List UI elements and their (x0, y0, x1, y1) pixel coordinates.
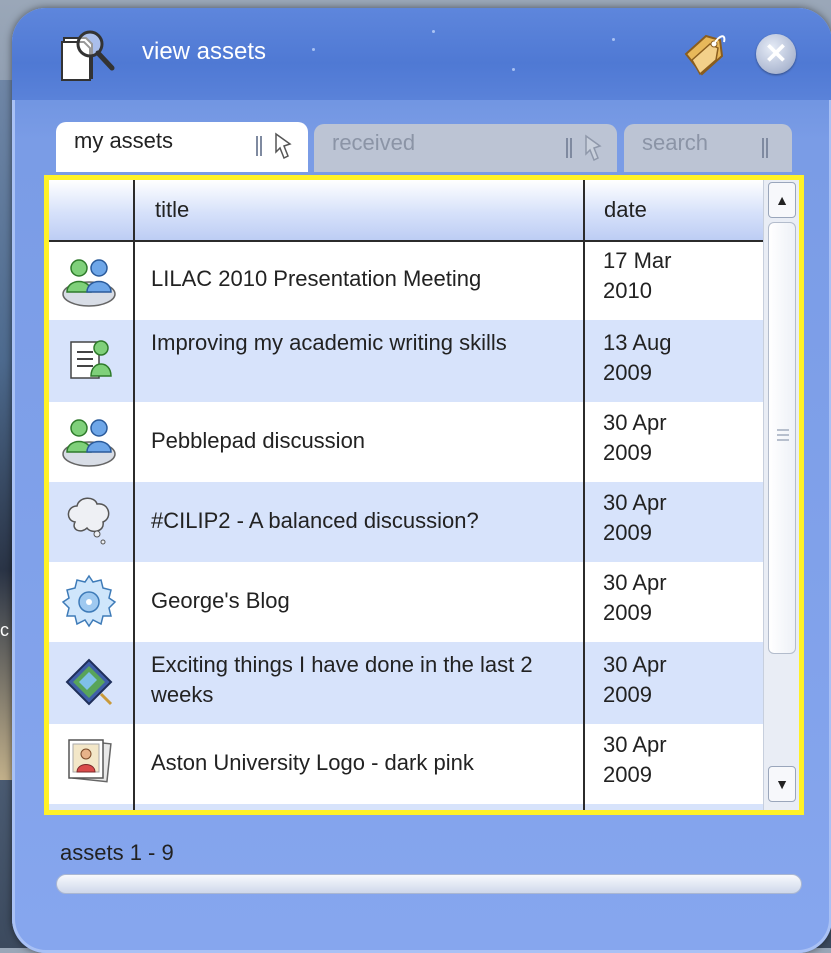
decor-sparkle (312, 48, 315, 51)
row-title: Exciting things I have done in the last … (151, 652, 533, 707)
table-row[interactable]: Pebblepad discussion 30 Apr 2009 (49, 402, 763, 482)
row-date-line: 30 Apr (603, 570, 667, 595)
column-header-date[interactable]: date (604, 197, 647, 223)
tab-my-assets[interactable]: my assets (56, 122, 308, 172)
row-date-line: 2009 (603, 762, 652, 787)
decor-sparkle (612, 38, 615, 41)
tab-grip-icon (566, 138, 572, 158)
arrow-down-icon: ▼ (775, 776, 789, 792)
row-date-line: 2009 (603, 682, 652, 707)
tab-grip-icon (762, 138, 768, 158)
table-row[interactable]: Aston University Logo - dark pink 30 Apr… (49, 724, 763, 804)
tab-pointer-icon (275, 132, 292, 160)
row-date-line: 2009 (603, 520, 652, 545)
view-assets-window: view assets ✕ my assets received search … (12, 8, 831, 953)
row-date: 30 Apr 2009 (603, 730, 723, 790)
view-assets-magnifier-icon (61, 30, 115, 81)
row-date-line: 2009 (603, 360, 652, 385)
scroll-up-button[interactable]: ▲ (768, 182, 796, 218)
table-row[interactable]: Exciting things I have done in the last … (49, 642, 763, 724)
assets-grid: title date LILAC 2010 Presentation Meeti… (44, 175, 804, 815)
row-date: 30 Apr 2009 (603, 650, 723, 710)
row-title: LILAC 2010 Presentation Meeting (151, 266, 482, 291)
gear-blog-icon (61, 574, 117, 628)
row-title: Aston University Logo - dark pink (151, 750, 474, 775)
row-date-line: 2010 (603, 278, 652, 303)
tab-search[interactable]: search (624, 124, 792, 172)
row-date-line: 30 Apr (603, 732, 667, 757)
row-date: 30 Apr 2009 (603, 488, 723, 548)
row-title: Pebblepad discussion (151, 428, 366, 453)
decor-sparkle (512, 68, 515, 71)
row-date-line: 17 Mar (603, 248, 672, 273)
close-button[interactable]: ✕ (756, 34, 796, 74)
column-divider (133, 180, 135, 810)
tab-received[interactable]: received (314, 124, 617, 172)
background-text-fragment: c (0, 620, 9, 640)
row-date: 30 Apr 2009 (603, 568, 723, 628)
status-text: assets 1 - 9 (60, 840, 174, 865)
table-row[interactable]: #CILIP2 - A balanced discussion? 30 Apr … (49, 482, 763, 562)
arrow-up-icon: ▲ (775, 192, 789, 208)
row-date-line: 30 Apr (603, 652, 667, 677)
row-date-line: 2009 (603, 440, 652, 465)
people-group-icon (62, 259, 116, 307)
column-divider[interactable] (583, 180, 585, 810)
tab-pointer-icon (585, 134, 602, 162)
status-progress-bar (56, 874, 802, 894)
tab-grip-icon (256, 136, 262, 156)
thought-bubble-icon (67, 497, 110, 545)
price-tag-icon[interactable] (680, 30, 728, 80)
tab-label: search (642, 130, 709, 155)
row-title: George's Blog (151, 588, 290, 613)
decor-sparkle (432, 30, 435, 33)
column-header-title[interactable]: title (155, 197, 189, 223)
tab-label: my assets (74, 128, 174, 153)
close-icon: ✕ (764, 38, 788, 69)
document-person-icon (70, 340, 112, 379)
scroll-thumb[interactable] (768, 222, 796, 654)
row-date-line: 30 Apr (603, 490, 667, 515)
table-row[interactable]: George's Blog 30 Apr 2009 (49, 562, 763, 642)
people-group-icon (62, 419, 116, 467)
map-book-icon (65, 658, 113, 706)
grid-scrollbar[interactable]: ▲ ▼ (763, 180, 799, 810)
window-header: view assets ✕ (12, 8, 831, 100)
row-date-line: 13 Aug (603, 330, 672, 355)
table-row[interactable] (49, 804, 763, 810)
grid-header-row: title date (49, 180, 763, 242)
row-date: 13 Aug 2009 (603, 328, 723, 388)
row-date-line: 30 Apr (603, 410, 667, 435)
grip-icon (777, 429, 789, 441)
row-title: #CILIP2 - A balanced discussion? (151, 508, 479, 533)
row-date: 30 Apr 2009 (603, 408, 723, 468)
row-title: Improving my academic writing skills (151, 330, 507, 355)
row-date-line: 2009 (603, 600, 652, 625)
table-row[interactable]: LILAC 2010 Presentation Meeting 17 Mar 2… (49, 242, 763, 320)
image-photo-icon (68, 739, 112, 783)
tab-label: received (332, 130, 416, 155)
scroll-down-button[interactable]: ▼ (768, 766, 796, 802)
row-date: 17 Mar 2010 (603, 246, 723, 306)
table-row[interactable]: Improving my academic writing skills 13 … (49, 320, 763, 402)
window-title: view assets (142, 38, 267, 65)
